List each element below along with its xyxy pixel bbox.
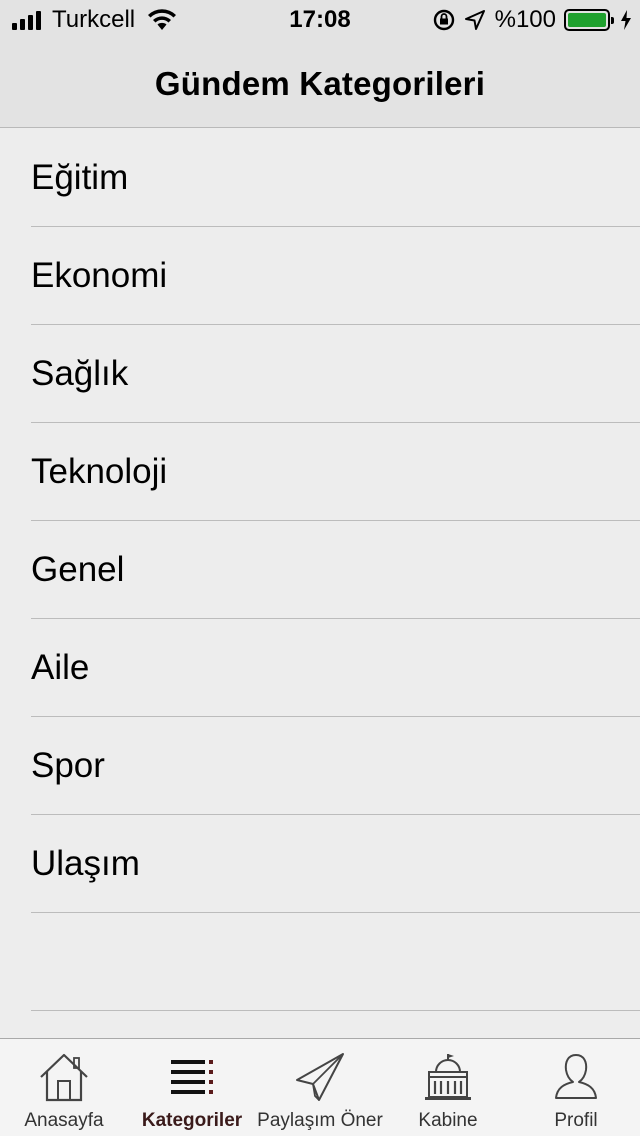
category-list: Eğitim Ekonomi Sağlık Teknoloji Genel Ai… (0, 129, 640, 913)
person-icon (555, 1054, 597, 1099)
tab-label-kabine: Kabine (418, 1110, 478, 1131)
category-item-genel[interactable]: Genel (0, 521, 640, 619)
screen: Turkcell 17:08 %100 Gündem Kategorileri … (0, 0, 640, 1136)
tab-label-paylasim-oner: Paylaşım Öner (257, 1110, 383, 1131)
empty-list-row (0, 913, 640, 1011)
tab-label-profil: Profil (554, 1110, 598, 1131)
battery-icon (564, 9, 614, 31)
category-item-aile[interactable]: Aile (0, 619, 640, 717)
category-item-saglik[interactable]: Sağlık (0, 325, 640, 423)
parliament-icon (425, 1054, 471, 1100)
home-icon (40, 1053, 88, 1102)
status-bar-right: %100 (433, 6, 632, 34)
tab-label-anasayfa: Anasayfa (24, 1110, 104, 1131)
tab-kabine[interactable]: Kabine (384, 1039, 512, 1136)
tab-bar: Anasayfa Kategoriler Paylaşım Öner Kabin… (0, 1038, 640, 1136)
list-icon (171, 1060, 213, 1094)
page-title: Gündem Kategorileri (154, 64, 486, 102)
battery-percent: %100 (494, 6, 556, 33)
category-item-egitim[interactable]: Eğitim (0, 129, 640, 227)
category-item-ekonomi[interactable]: Ekonomi (0, 227, 640, 325)
status-bar: Turkcell 17:08 %100 (0, 0, 640, 40)
charging-icon (621, 10, 631, 30)
category-item-ulasim[interactable]: Ulaşım (0, 815, 640, 913)
location-icon (464, 10, 485, 30)
tab-label-kategoriler: Kategoriler (141, 1110, 243, 1131)
tab-profil[interactable]: Profil (512, 1039, 640, 1136)
category-item-spor[interactable]: Spor (0, 717, 640, 815)
tab-paylasim-oner[interactable]: Paylaşım Öner (256, 1039, 384, 1136)
navigation-bar: Gündem Kategorileri (0, 40, 640, 128)
rotation-lock-icon (433, 9, 454, 31)
tab-anasayfa[interactable]: Anasayfa (0, 1039, 128, 1136)
paper-plane-icon (296, 1053, 344, 1101)
tab-kategoriler[interactable]: Kategoriler (128, 1039, 256, 1136)
category-item-teknoloji[interactable]: Teknoloji (0, 423, 640, 521)
